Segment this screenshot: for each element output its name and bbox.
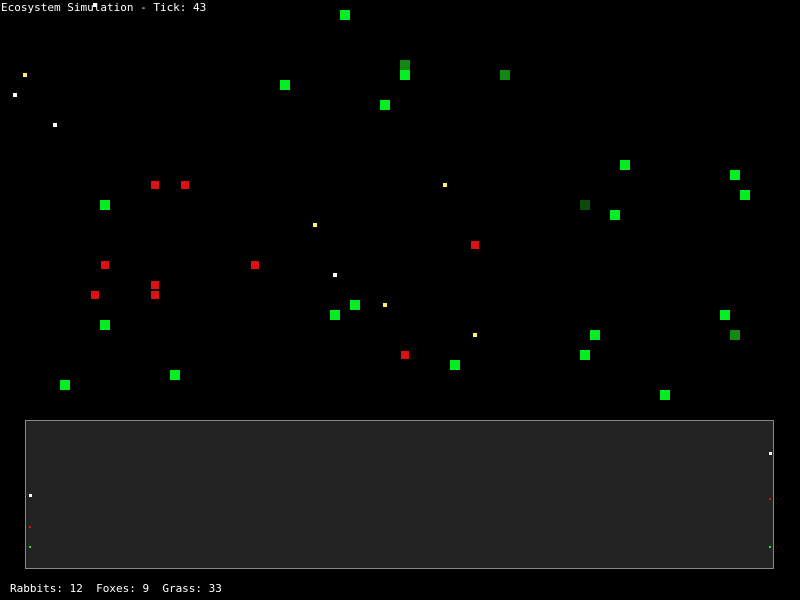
rabbit-entity: [53, 123, 57, 127]
grass-entity: [450, 360, 460, 370]
grass-entity: [330, 310, 340, 320]
grass-entity: [590, 330, 600, 340]
grass-entity: [730, 170, 740, 180]
rabbit-entity: [443, 183, 447, 187]
rabbit-entity: [13, 93, 17, 97]
rabbit-entity: [383, 303, 387, 307]
rabbit-entity: [23, 73, 27, 77]
fox-entity: [91, 291, 99, 299]
grass-entity: [720, 310, 730, 320]
grass-entity: [100, 320, 110, 330]
population-stats: Rabbits: 12 Foxes: 9 Grass: 33: [10, 582, 222, 595]
fox-entity: [181, 181, 189, 189]
rabbit-entity: [333, 273, 337, 277]
grass-entity: [500, 70, 510, 80]
fox-entity: [151, 291, 159, 299]
fox-entity: [251, 261, 259, 269]
grass-entity: [340, 10, 350, 20]
grass-entity: [350, 300, 360, 310]
rabbit-entity: [473, 333, 477, 337]
population-graph: [25, 420, 774, 569]
grass-entity: [580, 200, 590, 210]
grass-entity: [660, 390, 670, 400]
grass-entity: [280, 80, 290, 90]
grass-entity: [400, 70, 410, 80]
grass-entity: [580, 350, 590, 360]
graph-marker-rabbits-start: [29, 494, 32, 497]
fox-entity: [401, 351, 409, 359]
simulation-title: Ecosystem Simulation - Tick: 43: [1, 1, 207, 14]
grass-entity: [170, 370, 180, 380]
graph-marker-grass-start: [29, 546, 31, 548]
grass-entity: [730, 330, 740, 340]
graph-marker-grass-end: [769, 546, 771, 548]
fox-entity: [151, 181, 159, 189]
graph-marker-foxes-start: [29, 526, 31, 528]
grass-entity: [60, 380, 70, 390]
rabbit-entity: [313, 223, 317, 227]
fox-entity: [151, 281, 159, 289]
graph-marker-foxes-end: [769, 498, 771, 500]
graph-marker-rabbits-end: [769, 452, 772, 455]
grass-entity: [380, 100, 390, 110]
grass-entity: [610, 210, 620, 220]
simulation-field: [0, 0, 800, 420]
grass-entity: [400, 60, 410, 70]
fox-entity: [471, 241, 479, 249]
fox-entity: [101, 261, 109, 269]
grass-entity: [740, 190, 750, 200]
grass-entity: [100, 200, 110, 210]
grass-entity: [620, 160, 630, 170]
population-graph-svg: [29, 452, 772, 548]
